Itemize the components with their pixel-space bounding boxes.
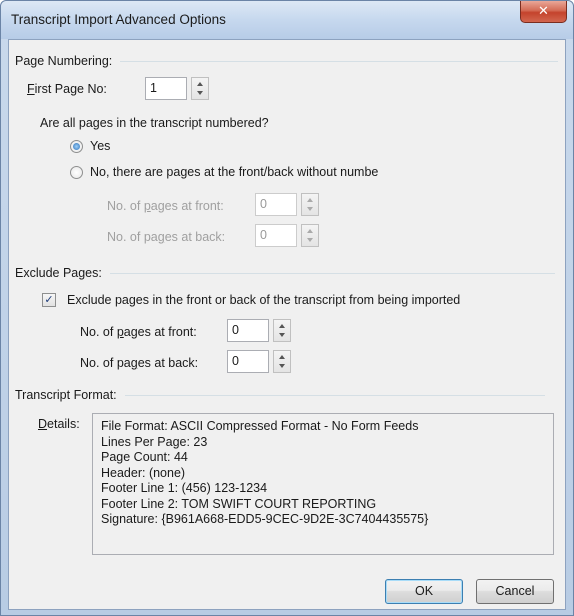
yes-radio[interactable] (70, 140, 83, 153)
details-line: Footer Line 2: TOM SWIFT COURT REPORTING (101, 496, 377, 511)
exclude-pages-checkbox-label[interactable]: Exclude pages in the front or back of th… (67, 293, 460, 307)
group-divider (124, 394, 545, 396)
unnumbered-front-label: No. of pages at front: (107, 199, 224, 213)
spinner-arrows-icon[interactable] (273, 350, 291, 373)
close-icon[interactable]: ✕ (520, 1, 567, 23)
first-page-input[interactable]: 1 (145, 77, 187, 100)
details-line: Footer Line 1: (456) 123-1234 (101, 481, 268, 495)
exclude-front-label: No. of pages at front: (80, 325, 197, 339)
dialog-body: Page Numbering: First Page No: 1 Are all… (8, 39, 566, 610)
details-line: Page Count: 44 (101, 450, 188, 464)
exclude-back-spinner[interactable]: 0 (227, 350, 291, 373)
exclude-back-label: No. of pages at back: (80, 356, 199, 370)
details-line: File Format: ASCII Compressed Format - N… (101, 419, 419, 433)
details-line: Signature: {B961A668-EDD5-9CEC-9D2E-3C74… (101, 512, 429, 526)
spinner-arrows-icon[interactable] (191, 77, 209, 100)
unnumbered-back-label: No. of pages at back: (107, 230, 226, 244)
first-page-label: First Page No: (27, 82, 107, 96)
unnumbered-back-spinner[interactable]: 0 (255, 224, 319, 247)
yes-radio-label[interactable]: Yes (90, 139, 110, 153)
no-radio[interactable] (70, 166, 83, 179)
details-line: Lines Per Page: 23 (101, 434, 208, 449)
title-bar[interactable]: Transcript Import Advanced Options ✕ (1, 1, 573, 39)
spinner-arrows-icon[interactable] (301, 193, 319, 216)
exclude-back-input[interactable]: 0 (227, 350, 269, 373)
cancel-button[interactable]: Cancel (476, 579, 554, 604)
first-page-spinner[interactable]: 1 (145, 77, 209, 100)
dialog-window: Transcript Import Advanced Options ✕ Pag… (0, 0, 574, 616)
group-divider (120, 60, 559, 62)
exclude-pages-checkbox[interactable]: ✓ (42, 293, 56, 307)
details-line: Header: (none) (101, 465, 186, 480)
pages-numbered-question: Are all pages in the transcript numbered… (40, 116, 269, 130)
no-radio-label[interactable]: No, there are pages at the front/back wi… (90, 165, 378, 179)
transcript-format-heading: Transcript Format: (15, 388, 545, 402)
group-divider (109, 272, 555, 274)
transcript-format-heading-text: Transcript Format: (15, 388, 117, 402)
spinner-arrows-icon[interactable] (301, 224, 319, 247)
page-numbering-heading: Page Numbering: (15, 54, 559, 68)
window-title: Transcript Import Advanced Options (11, 12, 226, 27)
page-numbering-heading-text: Page Numbering: (15, 54, 113, 68)
spinner-arrows-icon[interactable] (273, 319, 291, 342)
unnumbered-front-input[interactable]: 0 (255, 193, 297, 216)
details-label: Details: (38, 417, 80, 431)
exclude-front-spinner[interactable]: 0 (227, 319, 291, 342)
unnumbered-back-input[interactable]: 0 (255, 224, 297, 247)
ok-button[interactable]: OK (385, 579, 463, 604)
unnumbered-front-spinner[interactable]: 0 (255, 193, 319, 216)
exclude-pages-heading-text: Exclude Pages: (15, 266, 102, 280)
details-box: File Format: ASCII Compressed Format - N… (92, 413, 554, 555)
exclude-front-input[interactable]: 0 (227, 319, 269, 342)
exclude-pages-heading: Exclude Pages: (15, 266, 555, 280)
